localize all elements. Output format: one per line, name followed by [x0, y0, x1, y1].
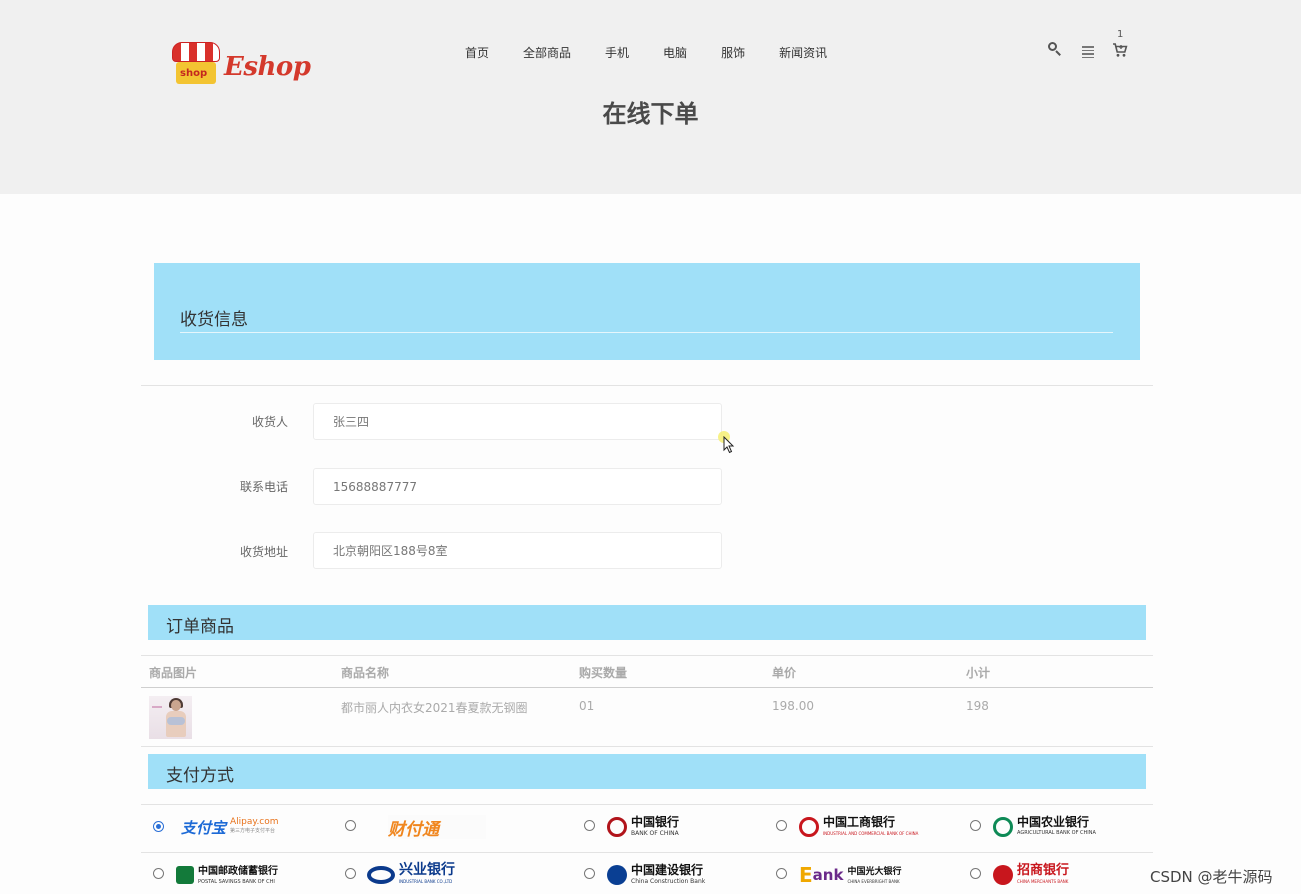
- cmb-sub: CHINA MERCHANTS BANK: [1017, 879, 1069, 884]
- cmb-logo[interactable]: 招商银行 CHINA MERCHANTS BANK: [993, 863, 1069, 887]
- ccb-logo[interactable]: 中国建设银行 China Construction Bank: [607, 863, 705, 887]
- cmb-mark-icon: [993, 865, 1013, 885]
- shipping-section-header: 收货信息: [154, 263, 1140, 360]
- abc-sub: AGRICULTURAL BANK OF CHINA: [1017, 830, 1096, 836]
- divider: [141, 804, 1153, 805]
- payment-radio-ccb[interactable]: [584, 868, 595, 879]
- nav-phones[interactable]: 手机: [605, 44, 629, 62]
- abc-logo[interactable]: 中国农业银行 AGRICULTURAL BANK OF CHINA: [993, 815, 1096, 839]
- divider: [141, 746, 1153, 747]
- payment-section-header: 支付方式: [148, 754, 1146, 789]
- logo-text: Eshop: [224, 52, 311, 82]
- payment-radio-icbc[interactable]: [776, 820, 787, 831]
- payment-section-title: 支付方式: [166, 766, 234, 786]
- order-section-title: 订单商品: [166, 617, 234, 637]
- payment-radio-cib[interactable]: [345, 868, 356, 879]
- payment-radio-ceb[interactable]: [776, 868, 787, 879]
- product-quantity: 01: [579, 699, 595, 713]
- ceb-logo[interactable]: Eank 中国光大银行 CHINA EVERBRIGHT BANK: [799, 863, 901, 887]
- icbc-name: 中国工商银行: [823, 815, 896, 829]
- boc-sub: BANK OF CHINA: [631, 830, 679, 837]
- nav-home[interactable]: 首页: [465, 44, 489, 62]
- product-name: 都市丽人内衣女2021春夏款无钢圈: [341, 701, 528, 715]
- col-price: 单价: [772, 666, 797, 680]
- boc-logo[interactable]: 中国银行 BANK OF CHINA: [607, 815, 679, 839]
- alipay-name: 支付宝: [181, 818, 227, 837]
- psbc-name: 中国邮政储蓄银行: [198, 865, 278, 877]
- nav-computers[interactable]: 电脑: [663, 44, 687, 62]
- ceb-ank-mark: ank: [812, 866, 844, 884]
- address-input[interactable]: [313, 532, 722, 569]
- col-image: 商品图片: [149, 666, 198, 680]
- col-subtotal: 小计: [966, 666, 991, 680]
- cib-sub: INDUSTRIAL BANK CO.,LTD: [399, 879, 453, 884]
- icbc-mark-icon: [799, 817, 819, 837]
- address-label: 收货地址: [239, 545, 288, 559]
- phone-input[interactable]: [313, 468, 722, 505]
- product-price: 198.00: [772, 699, 814, 713]
- page-title: 在线下单: [602, 100, 699, 128]
- search-icon[interactable]: [1048, 42, 1062, 56]
- awning-icon: [172, 42, 220, 62]
- cart-count-badge: 1: [1117, 29, 1124, 40]
- logo-badge-text: shop: [180, 68, 208, 79]
- boc-name: 中国银行: [631, 815, 680, 829]
- header-tools: 1: [1046, 29, 1136, 64]
- alipay-sub: Alipay.com: [230, 817, 279, 827]
- recipient-label: 收货人: [251, 415, 288, 429]
- payment-radio-tenpay[interactable]: [345, 820, 356, 831]
- ceb-name: 中国光大银行: [847, 867, 902, 877]
- tenpay-logo[interactable]: 财付通: [388, 815, 486, 840]
- shop-badge: shop: [176, 62, 216, 84]
- divider: [141, 687, 1153, 688]
- product-thumbnail[interactable]: [149, 696, 192, 739]
- watermark: CSDN @老牛源码: [1150, 868, 1273, 886]
- nav-all-products[interactable]: 全部商品: [523, 44, 571, 62]
- abc-mark-icon: [993, 817, 1013, 837]
- ccb-sub: China Construction Bank: [631, 878, 706, 885]
- alipay-logo[interactable]: 支付宝 Alipay.com 第三方电子支付平台: [181, 815, 279, 839]
- main-nav: 首页 全部商品 手机 电脑 服饰 新闻资讯: [465, 44, 861, 62]
- payment-radio-alipay[interactable]: [153, 821, 164, 832]
- tenpay-name: 财付通: [388, 819, 439, 840]
- payment-radio-abc[interactable]: [970, 820, 981, 831]
- ccb-mark-icon: [607, 865, 627, 885]
- cib-logo[interactable]: 兴业银行 INDUSTRIAL BANK CO.,LTD: [367, 863, 455, 887]
- col-quantity: 购买数量: [579, 666, 628, 680]
- order-section-header: 订单商品: [148, 605, 1146, 640]
- icbc-logo[interactable]: 中国工商银行 INDUSTRIAL AND COMMERCIAL BANK OF…: [799, 815, 918, 839]
- product-subtotal: 198: [966, 699, 989, 713]
- divider: [180, 332, 1113, 333]
- payment-radio-psbc[interactable]: [153, 868, 164, 879]
- eshop-logo[interactable]: shop Eshop: [170, 40, 311, 90]
- menu-icon[interactable]: [1082, 46, 1094, 58]
- recipient-input[interactable]: [313, 403, 722, 440]
- mouse-cursor-icon: [718, 431, 735, 454]
- header: shop Eshop 首页 全部商品 手机 电脑 服饰 新闻资讯 1 在线下单: [0, 0, 1301, 194]
- psbc-mark-icon: [176, 866, 194, 884]
- divider: [141, 655, 1153, 656]
- ceb-e-mark-icon: E: [799, 863, 813, 887]
- nav-news[interactable]: 新闻资讯: [779, 44, 827, 62]
- shipping-section-title: 收货信息: [180, 310, 248, 330]
- boc-mark-icon: [607, 817, 627, 837]
- divider: [141, 852, 1153, 853]
- cart-icon[interactable]: [1112, 42, 1128, 60]
- payment-radio-boc[interactable]: [584, 820, 595, 831]
- ceb-sub: CHINA EVERBRIGHT BANK: [847, 879, 900, 884]
- col-name: 商品名称: [341, 666, 390, 680]
- divider: [141, 385, 1153, 386]
- nav-apparel[interactable]: 服饰: [721, 44, 745, 62]
- payment-radio-cmb[interactable]: [970, 868, 981, 879]
- cib-mark-icon: [367, 866, 395, 884]
- icbc-sub: INDUSTRIAL AND COMMERCIAL BANK OF CHINA: [823, 831, 919, 836]
- alipay-sub2: 第三方电子支付平台: [230, 828, 276, 834]
- ccb-name: 中国建设银行: [631, 863, 704, 877]
- phone-label: 联系电话: [239, 480, 288, 494]
- psbc-logo[interactable]: 中国邮政储蓄银行 POSTAL SAVINGS BANK OF CHI: [176, 863, 294, 887]
- abc-name: 中国农业银行: [1017, 815, 1090, 829]
- psbc-sub: POSTAL SAVINGS BANK OF CHI: [198, 878, 275, 885]
